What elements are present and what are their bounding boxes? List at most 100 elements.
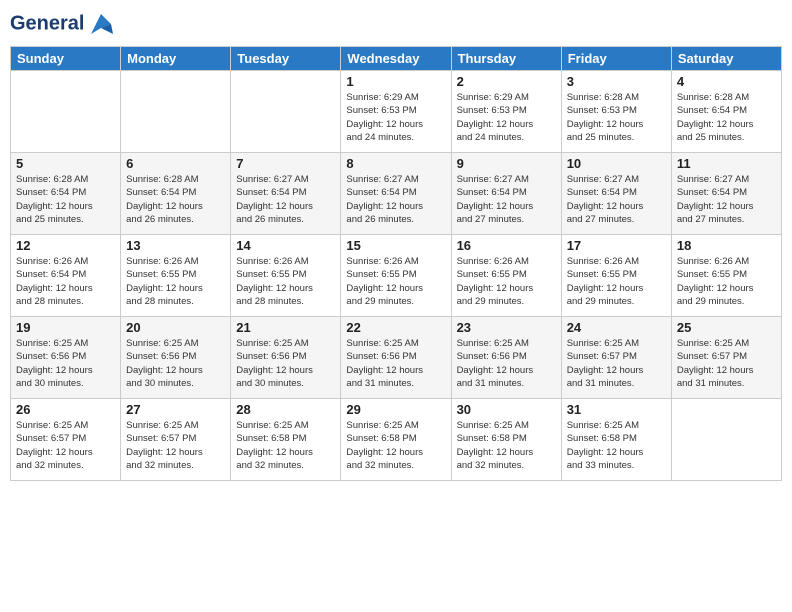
- day-info: Sunrise: 6:27 AM Sunset: 6:54 PM Dayligh…: [677, 173, 776, 226]
- week-row-2: 5Sunrise: 6:28 AM Sunset: 6:54 PM Daylig…: [11, 153, 782, 235]
- calendar-cell: 20 Sunrise: 6:25 AM Sunset: 6:56 PM Dayli…: [121, 317, 231, 399]
- calendar-cell: 26 Sunrise: 6:25 AM Sunset: 6:57 PM Dayli…: [11, 399, 121, 481]
- logo-icon: [87, 10, 115, 38]
- calendar-cell: 3 Sunrise: 6:28 AM Sunset: 6:53 PM Daylig…: [561, 71, 671, 153]
- day-number: 11: [677, 156, 776, 171]
- day-number: 7: [236, 156, 335, 171]
- week-row-1: 1 Sunrise: 6:29 AM Sunset: 6:53 PM Daylig…: [11, 71, 782, 153]
- weekday-sunday: Sunday: [11, 47, 121, 71]
- day-number: 20: [126, 320, 225, 335]
- weekday-header-row: SundayMondayTuesdayWednesdayThursdayFrid…: [11, 47, 782, 71]
- week-row-5: 26 Sunrise: 6:25 AM Sunset: 6:57 PM Dayli…: [11, 399, 782, 481]
- day-info: Sunrise: 6:28 AM Sunset: 6:53 PM Dayligh…: [567, 91, 666, 144]
- weekday-friday: Friday: [561, 47, 671, 71]
- week-row-4: 19 Sunrise: 6:25 AM Sunset: 6:56 PM Dayli…: [11, 317, 782, 399]
- day-info: Sunrise: 6:25 AM Sunset: 6:56 PM Dayligh…: [126, 337, 225, 390]
- calendar-cell: [231, 71, 341, 153]
- day-number: 30: [457, 402, 556, 417]
- day-info: Sunrise: 6:29 AM Sunset: 6:53 PM Dayligh…: [346, 91, 445, 144]
- week-row-3: 12 Sunrise: 6:26 AM Sunset: 6:54 PM Dayli…: [11, 235, 782, 317]
- day-info: Sunrise: 6:28 AM Sunset: 6:54 PM Dayligh…: [16, 173, 115, 226]
- calendar-cell: 10 Sunrise: 6:27 AM Sunset: 6:54 PM Dayli…: [561, 153, 671, 235]
- day-number: 1: [346, 74, 445, 89]
- calendar: SundayMondayTuesdayWednesdayThursdayFrid…: [10, 46, 782, 481]
- calendar-cell: 19 Sunrise: 6:25 AM Sunset: 6:56 PM Dayli…: [11, 317, 121, 399]
- day-info: Sunrise: 6:25 AM Sunset: 6:57 PM Dayligh…: [567, 337, 666, 390]
- day-info: Sunrise: 6:28 AM Sunset: 6:54 PM Dayligh…: [126, 173, 225, 226]
- day-number: 18: [677, 238, 776, 253]
- day-number: 22: [346, 320, 445, 335]
- weekday-saturday: Saturday: [671, 47, 781, 71]
- calendar-cell: 17Sunrise: 6:26 AM Sunset: 6:55 PM Dayli…: [561, 235, 671, 317]
- weekday-wednesday: Wednesday: [341, 47, 451, 71]
- calendar-cell: 18 Sunrise: 6:26 AM Sunset: 6:55 PM Dayli…: [671, 235, 781, 317]
- day-number: 9: [457, 156, 556, 171]
- calendar-cell: 1 Sunrise: 6:29 AM Sunset: 6:53 PM Daylig…: [341, 71, 451, 153]
- calendar-cell: 5Sunrise: 6:28 AM Sunset: 6:54 PM Daylig…: [11, 153, 121, 235]
- day-number: 14: [236, 238, 335, 253]
- day-info: Sunrise: 6:28 AM Sunset: 6:54 PM Dayligh…: [677, 91, 776, 144]
- day-number: 26: [16, 402, 115, 417]
- day-info: Sunrise: 6:27 AM Sunset: 6:54 PM Dayligh…: [457, 173, 556, 226]
- calendar-cell: 31 Sunrise: 6:25 AM Sunset: 6:58 PM Dayli…: [561, 399, 671, 481]
- calendar-cell: 2 Sunrise: 6:29 AM Sunset: 6:53 PM Daylig…: [451, 71, 561, 153]
- day-info: Sunrise: 6:29 AM Sunset: 6:53 PM Dayligh…: [457, 91, 556, 144]
- calendar-cell: 16 Sunrise: 6:26 AM Sunset: 6:55 PM Dayli…: [451, 235, 561, 317]
- day-info: Sunrise: 6:25 AM Sunset: 6:57 PM Dayligh…: [16, 419, 115, 472]
- day-number: 4: [677, 74, 776, 89]
- day-number: 27: [126, 402, 225, 417]
- day-number: 15: [346, 238, 445, 253]
- day-number: 6: [126, 156, 225, 171]
- day-number: 25: [677, 320, 776, 335]
- day-number: 10: [567, 156, 666, 171]
- day-info: Sunrise: 6:26 AM Sunset: 6:54 PM Dayligh…: [16, 255, 115, 308]
- day-info: Sunrise: 6:25 AM Sunset: 6:58 PM Dayligh…: [567, 419, 666, 472]
- day-info: Sunrise: 6:26 AM Sunset: 6:55 PM Dayligh…: [677, 255, 776, 308]
- day-info: Sunrise: 6:26 AM Sunset: 6:55 PM Dayligh…: [457, 255, 556, 308]
- day-info: Sunrise: 6:25 AM Sunset: 6:58 PM Dayligh…: [236, 419, 335, 472]
- day-number: 3: [567, 74, 666, 89]
- calendar-cell: 13 Sunrise: 6:26 AM Sunset: 6:55 PM Dayli…: [121, 235, 231, 317]
- weekday-monday: Monday: [121, 47, 231, 71]
- day-number: 29: [346, 402, 445, 417]
- day-info: Sunrise: 6:26 AM Sunset: 6:55 PM Dayligh…: [126, 255, 225, 308]
- calendar-cell: 25 Sunrise: 6:25 AM Sunset: 6:57 PM Dayli…: [671, 317, 781, 399]
- calendar-cell: 7Sunrise: 6:27 AM Sunset: 6:54 PM Daylig…: [231, 153, 341, 235]
- calendar-cell: 28 Sunrise: 6:25 AM Sunset: 6:58 PM Dayli…: [231, 399, 341, 481]
- logo: General: [10, 10, 115, 38]
- day-number: 13: [126, 238, 225, 253]
- day-info: Sunrise: 6:25 AM Sunset: 6:56 PM Dayligh…: [16, 337, 115, 390]
- calendar-cell: 6 Sunrise: 6:28 AM Sunset: 6:54 PM Daylig…: [121, 153, 231, 235]
- day-info: Sunrise: 6:25 AM Sunset: 6:56 PM Dayligh…: [236, 337, 335, 390]
- day-info: Sunrise: 6:26 AM Sunset: 6:55 PM Dayligh…: [236, 255, 335, 308]
- day-info: Sunrise: 6:27 AM Sunset: 6:54 PM Dayligh…: [567, 173, 666, 226]
- calendar-cell: 9 Sunrise: 6:27 AM Sunset: 6:54 PM Daylig…: [451, 153, 561, 235]
- calendar-cell: 11 Sunrise: 6:27 AM Sunset: 6:54 PM Dayli…: [671, 153, 781, 235]
- day-number: 2: [457, 74, 556, 89]
- logo-general: General: [10, 10, 115, 38]
- calendar-cell: 12 Sunrise: 6:26 AM Sunset: 6:54 PM Dayli…: [11, 235, 121, 317]
- day-info: Sunrise: 6:25 AM Sunset: 6:56 PM Dayligh…: [346, 337, 445, 390]
- day-info: Sunrise: 6:26 AM Sunset: 6:55 PM Dayligh…: [346, 255, 445, 308]
- calendar-cell: 4 Sunrise: 6:28 AM Sunset: 6:54 PM Daylig…: [671, 71, 781, 153]
- day-info: Sunrise: 6:25 AM Sunset: 6:56 PM Dayligh…: [457, 337, 556, 390]
- day-number: 31: [567, 402, 666, 417]
- calendar-cell: [11, 71, 121, 153]
- day-number: 12: [16, 238, 115, 253]
- day-number: 19: [16, 320, 115, 335]
- day-number: 24: [567, 320, 666, 335]
- calendar-cell: 30Sunrise: 6:25 AM Sunset: 6:58 PM Dayli…: [451, 399, 561, 481]
- calendar-cell: 29Sunrise: 6:25 AM Sunset: 6:58 PM Dayli…: [341, 399, 451, 481]
- weekday-thursday: Thursday: [451, 47, 561, 71]
- day-number: 28: [236, 402, 335, 417]
- calendar-cell: 14 Sunrise: 6:26 AM Sunset: 6:55 PM Dayli…: [231, 235, 341, 317]
- day-info: Sunrise: 6:26 AM Sunset: 6:55 PM Dayligh…: [567, 255, 666, 308]
- calendar-cell: 24 Sunrise: 6:25 AM Sunset: 6:57 PM Dayli…: [561, 317, 671, 399]
- day-number: 8: [346, 156, 445, 171]
- day-number: 21: [236, 320, 335, 335]
- day-info: Sunrise: 6:25 AM Sunset: 6:57 PM Dayligh…: [677, 337, 776, 390]
- day-info: Sunrise: 6:25 AM Sunset: 6:57 PM Dayligh…: [126, 419, 225, 472]
- day-number: 16: [457, 238, 556, 253]
- calendar-cell: 21 Sunrise: 6:25 AM Sunset: 6:56 PM Dayli…: [231, 317, 341, 399]
- calendar-cell: 27 Sunrise: 6:25 AM Sunset: 6:57 PM Dayli…: [121, 399, 231, 481]
